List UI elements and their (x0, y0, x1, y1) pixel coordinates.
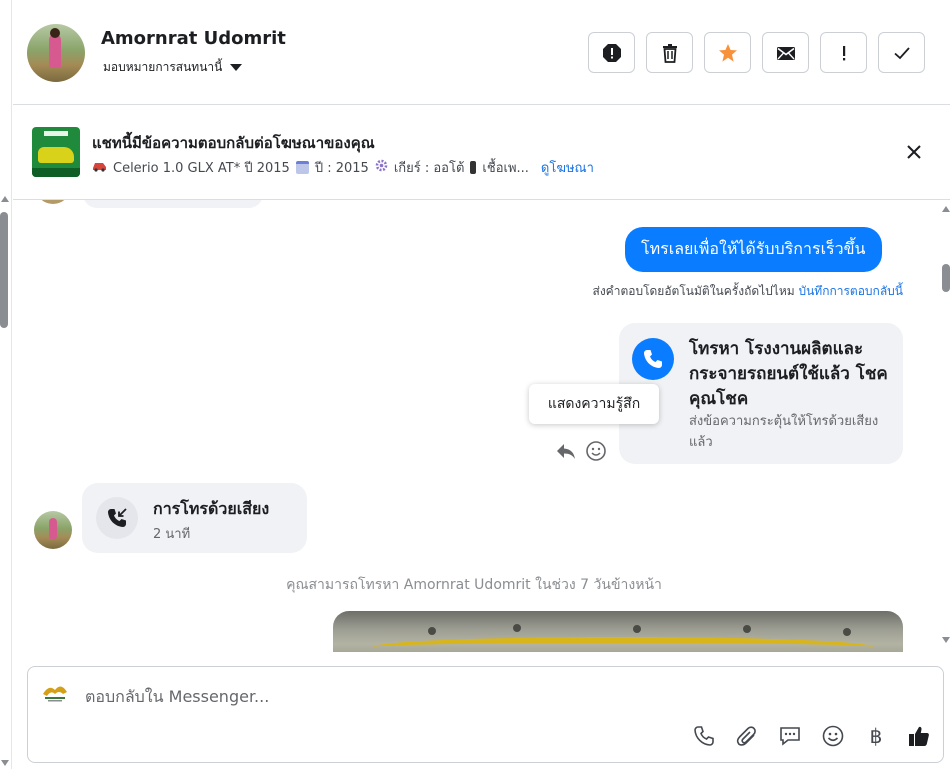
envelope-icon (776, 46, 795, 60)
car-icon (92, 160, 107, 176)
photo-detail (428, 627, 436, 635)
assign-label: มอบหมายการสนทนานี้ (103, 60, 223, 74)
trash-icon (662, 43, 677, 63)
phone-icon (694, 726, 714, 746)
star-icon (718, 43, 737, 62)
saved-replies-button[interactable] (778, 724, 802, 748)
call-button[interactable] (692, 724, 716, 748)
ad-banner-title: แชทนี้มีข้อความตอบกลับต่อโฆษณาของคุณ (92, 134, 375, 152)
auto-reply-text: ส่งคำตอบโดยอัตโนมัติในครั้งถัดไปไหม (592, 284, 795, 298)
avatar-figure-head (50, 28, 60, 38)
assign-conversation-dropdown[interactable]: มอบหมายการสนทนานี้ (103, 58, 243, 77)
scrollbar-thumb[interactable] (942, 264, 950, 292)
left-scroll-down-arrow[interactable] (1, 760, 9, 766)
smiley-icon[interactable] (585, 440, 607, 462)
message-composer: ฿ (27, 666, 944, 763)
previous-message-bubble[interactable] (83, 200, 263, 208)
mark-unread-button[interactable] (762, 32, 809, 73)
page-logo-icon (43, 686, 67, 702)
reply-icon[interactable] (555, 440, 577, 462)
call-cta-card[interactable]: โทรหา โรงงานผลิตและกระจายรถยนต์ใช้แล้ว โ… (619, 323, 903, 464)
save-reply-link[interactable]: บันทึกการตอบกลับนี้ (798, 284, 903, 298)
voice-call-duration: 2 นาที (153, 527, 191, 542)
ad-thumb-logo (44, 131, 68, 136)
header-actions (588, 32, 925, 73)
reply-input[interactable] (85, 681, 685, 711)
outgoing-message-bubble[interactable]: โทรเลยเพื่อให้ได้รับบริการเร็วขึ้น (625, 227, 882, 272)
avatar-figure (49, 34, 61, 68)
thumbs-up-icon (909, 726, 929, 746)
emoji-icon (822, 725, 844, 747)
alert-octagon-icon (602, 43, 621, 62)
ad-banner-details: Celerio 1.0 GLX AT* ปี 2015 ปี : 2015 เก… (92, 157, 594, 178)
composer-tools: ฿ (692, 724, 931, 748)
call-window-notice: คุณสามารถโทรหา Amornrat Udomrit ในช่วง 7… (286, 577, 662, 593)
left-scrollbar-thumb[interactable] (0, 212, 8, 328)
photo-detail (633, 625, 641, 633)
exclamation-icon (842, 45, 845, 60)
photo-detail (743, 625, 751, 633)
left-panel-edge (0, 0, 12, 769)
fuel-icon (470, 161, 477, 174)
previous-avatar (35, 200, 71, 204)
view-ad-link[interactable]: ดูโฆษณา (541, 157, 594, 178)
contact-name[interactable]: Amornrat Udomrit (101, 28, 286, 49)
mark-spam-button[interactable] (588, 32, 635, 73)
messenger-thread: Amornrat Udomrit มอบหมายการสนทนานี้ แชทน… (0, 0, 950, 769)
star-button[interactable] (704, 32, 751, 73)
chat-bubble-icon (780, 727, 800, 746)
voice-call-title: การโทรด้วยเสียง (153, 499, 270, 518)
reaction-tooltip: แสดงความรู้สึก (529, 384, 659, 424)
incoming-call-icon (96, 497, 138, 539)
photo-detail (513, 624, 521, 632)
phone-icon (632, 338, 674, 380)
contact-avatar-small[interactable] (34, 511, 72, 549)
message-hover-actions (555, 440, 607, 462)
scroll-up-arrow[interactable] (942, 206, 950, 212)
photo-detail (843, 628, 851, 636)
image-attachment[interactable] (333, 611, 903, 652)
photo-yellow-band (373, 637, 873, 652)
left-scroll-up-arrow[interactable] (1, 196, 9, 202)
contact-avatar[interactable] (27, 24, 85, 82)
message-list[interactable]: โทรเลยเพื่อให้ได้รับบริการเร็วขึ้น ส่งคำ… (13, 200, 935, 652)
ad-thumb-car (38, 147, 74, 163)
paperclip-icon (736, 726, 756, 746)
call-cta-title: โทรหา โรงงานผลิตและกระจายรถยนต์ใช้แล้ว โ… (689, 339, 888, 409)
voice-call-card[interactable]: การโทรด้วยเสียง 2 นาที (82, 483, 307, 553)
scroll-down-arrow[interactable] (942, 637, 950, 643)
checkmark-icon (893, 46, 910, 59)
follow-up-button[interactable] (820, 32, 867, 73)
call-cta-subtitle: ส่งข้อความกระตุ้นให้โทรด้วยเสียงแล้ว (689, 414, 879, 450)
ad-detail-model: Celerio 1.0 GLX AT* ปี 2015 (113, 161, 290, 176)
baht-icon: ฿ (869, 724, 883, 748)
payment-button[interactable]: ฿ (864, 724, 888, 748)
auto-reply-suggestion: ส่งคำตอบโดยอัตโนมัติในครั้งถัดไปไหม บันท… (593, 282, 904, 301)
avatar-figure (49, 518, 57, 540)
ad-detail-gear: เกียร์ : ออโต้ (393, 161, 465, 176)
delete-button[interactable] (646, 32, 693, 73)
mark-done-button[interactable] (878, 32, 925, 73)
chevron-down-icon (230, 64, 243, 71)
ad-detail-year: ปี : 2015 (314, 161, 369, 176)
emoji-button[interactable] (821, 724, 845, 748)
close-icon[interactable] (903, 141, 925, 163)
ad-thumbnail[interactable] (32, 127, 80, 177)
calendar-icon (295, 161, 309, 174)
chat-scrollbar[interactable] (937, 200, 950, 652)
like-button[interactable] (907, 724, 931, 748)
conversation-header: Amornrat Udomrit มอบหมายการสนทนานี้ (13, 0, 950, 105)
gear-icon (375, 159, 388, 176)
ad-reply-banner: แชทนี้มีข้อความตอบกลับต่อโฆษณาของคุณ Cel… (13, 105, 950, 200)
ad-detail-fuel: เชื้อเพ... (482, 161, 529, 176)
attach-button[interactable] (735, 724, 759, 748)
ad-thumb-caption-strip (32, 168, 80, 177)
